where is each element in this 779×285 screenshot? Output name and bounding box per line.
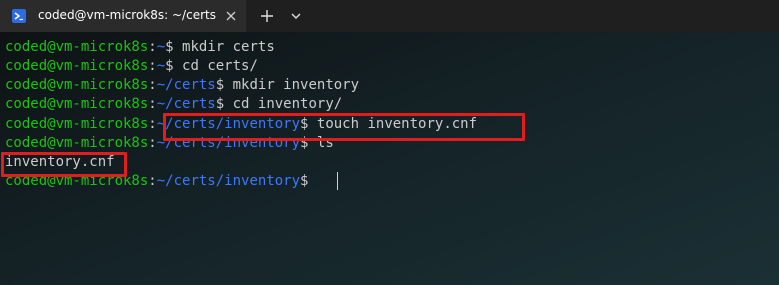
command-text: mkdir certs [182, 39, 275, 55]
title-bar: coded@vm-microk8s: ~/certs [0, 0, 779, 32]
terminal-line: coded@vm-microk8s:~$ cd certs/ [5, 57, 258, 76]
terminal-tab[interactable]: coded@vm-microk8s: ~/certs [0, 0, 246, 32]
prompt-separator: : [148, 77, 157, 93]
prompt-separator: : [148, 135, 157, 151]
prompt-path: ~/certs [156, 77, 216, 93]
prompt-separator: : [148, 116, 157, 132]
prompt-path: ~ [156, 39, 166, 55]
prompt-separator: : [148, 96, 157, 112]
prompt-path: ~/certs [156, 96, 216, 112]
terminal-line: coded@vm-microk8s:~$ mkdir certs [5, 38, 275, 57]
command-text: cd inventory/ [232, 96, 343, 112]
prompt-symbol: $ [215, 77, 233, 93]
terminal-icon [12, 9, 26, 23]
highlight-box-touch-command [163, 113, 525, 141]
command-text: mkdir inventory [232, 77, 360, 93]
prompt-separator: : [148, 58, 157, 74]
prompt-separator: : [148, 173, 157, 189]
prompt-user-host: coded@vm-microk8s [5, 96, 149, 112]
prompt-symbol: $ [165, 58, 183, 74]
terminal-line: coded@vm-microk8s:~/certs$ cd inventory/ [5, 95, 342, 114]
close-icon[interactable] [224, 9, 238, 23]
prompt-user-host: coded@vm-microk8s [5, 77, 149, 93]
prompt-symbol: $ [165, 39, 183, 55]
command-text: cd certs/ [182, 58, 258, 74]
prompt-user-host: coded@vm-microk8s [5, 135, 149, 151]
plus-icon[interactable] [256, 6, 278, 26]
prompt-user-host: coded@vm-microk8s [5, 116, 149, 132]
tab-title: coded@vm-microk8s: ~/certs [38, 8, 216, 22]
prompt-symbol: $ [300, 173, 317, 189]
prompt-path: ~ [156, 58, 166, 74]
prompt-user-host: coded@vm-microk8s [5, 58, 149, 74]
terminal-line: coded@vm-microk8s:~/certs$ mkdir invento… [5, 76, 359, 95]
chevron-down-icon[interactable] [286, 6, 306, 26]
prompt-separator: : [148, 39, 157, 55]
text-cursor [337, 172, 338, 190]
prompt-symbol: $ [215, 96, 233, 112]
prompt-path: ~/certs/inventory [156, 173, 301, 189]
prompt-user-host: coded@vm-microk8s [5, 39, 149, 55]
highlight-box-ls-output [1, 152, 127, 177]
